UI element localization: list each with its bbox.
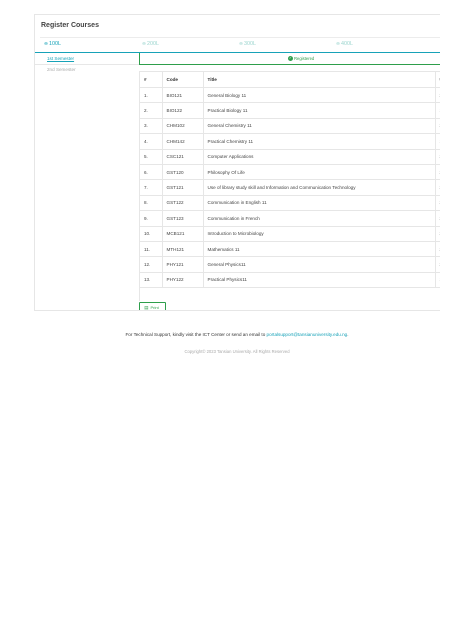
header-number: # — [140, 71, 163, 88]
cell-title: Practical Biology 11 — [203, 102, 436, 119]
cell-title: Philosophy Of Life — [203, 164, 436, 181]
cell-title: General Physics11 — [203, 256, 436, 273]
tab-300l[interactable]: ⊜300L — [239, 41, 256, 47]
registration-status-bar: ✓ Registered — [139, 53, 440, 65]
cell-number: 7. — [140, 179, 163, 196]
cell-number: 8. — [140, 195, 163, 212]
cell-title: Computer Applications — [203, 149, 436, 165]
cell-number: 3. — [140, 118, 163, 135]
cell-units: 2 — [435, 241, 440, 258]
semester-second-link[interactable]: 2nd Semester — [35, 64, 139, 76]
registered-badge: ✓ Registered — [288, 56, 315, 62]
printer-icon: ▤ — [144, 305, 149, 310]
table-row: 9.GST123Communication in French2 — [140, 210, 440, 227]
cell-number: 6. — [140, 164, 163, 181]
cell-title: Use of library study skill and Informati… — [203, 179, 436, 196]
cell-title: Communication in English 11 — [203, 195, 436, 212]
table-row: 5.CSC121Computer Applications2 — [140, 149, 440, 165]
cell-code: CHM142 — [162, 133, 204, 150]
graduation-cap-icon: ⊜ — [336, 42, 341, 47]
table-header-row: # Code Title Ur — [140, 71, 440, 88]
cell-title: Communication in French — [203, 210, 436, 227]
cell-code: GST122 — [162, 195, 204, 212]
cell-code: GST123 — [162, 210, 204, 227]
table-row: 3.CHM102General Chemistry 112 — [140, 118, 440, 135]
cell-units: 2 — [435, 195, 440, 212]
cell-title: Introduction to Microbiology — [203, 226, 436, 242]
cell-title: Practical Chemistry 11 — [203, 133, 436, 150]
support-notice: For Technical Support, kindly visit the … — [125, 332, 349, 337]
cell-code: MCB121 — [162, 226, 204, 242]
semester-divider — [35, 64, 139, 65]
cell-units: 2 — [435, 179, 440, 196]
table-row: 7. GST121 Use of library study skill and I… — [140, 179, 440, 196]
tab-200l[interactable]: ⊜200L — [142, 41, 159, 47]
semester-first-link[interactable]: 1st Semester — [35, 53, 139, 64]
support-email-link[interactable]: portalsupport@tansianuniversity.edu.ng — [267, 332, 348, 337]
cell-units: 2 — [435, 118, 440, 135]
table-row: 11.MTH121Mathematics 112 — [140, 241, 440, 258]
cell-title: General Biology 11 — [203, 87, 436, 104]
cell-code: GST120 — [162, 164, 204, 181]
courses-table-wrapper: # Code Title Ur 1.BIO121General Biology … — [139, 71, 440, 301]
table-row: 10.MCB121Introduction to Microbiology2 — [140, 226, 440, 242]
tab-400l[interactable]: ⊜400L — [336, 41, 353, 47]
header-code: Code — [162, 71, 204, 88]
cell-number: 13. — [140, 272, 163, 289]
cell-units: 1 — [435, 102, 440, 119]
cell-number: 1. — [140, 87, 163, 104]
table-row: 4.CHM142Practical Chemistry 111 — [140, 133, 440, 150]
cell-units: 1 — [435, 133, 440, 150]
graduation-cap-icon: ⊜ — [44, 42, 49, 47]
cell-units: 3 — [435, 87, 440, 104]
title-divider — [40, 37, 440, 38]
courses-table: # Code Title Ur 1.BIO121General Biology … — [140, 71, 440, 289]
cell-number: 9. — [140, 210, 163, 227]
cell-units: 2 — [435, 210, 440, 227]
cell-number: 4. — [140, 133, 163, 150]
graduation-cap-icon: ⊜ — [239, 42, 244, 47]
cell-number: 10. — [140, 226, 163, 242]
header-units: Ur — [435, 71, 440, 88]
cell-code: PHY121 — [162, 256, 204, 273]
cell-units: 1 — [435, 272, 440, 289]
cell-code: CHM102 — [162, 118, 204, 135]
table-row: 12.PHY121General Physics113 — [140, 256, 440, 273]
cell-number: 11. — [140, 241, 163, 258]
cell-title: Practical Physics11 — [203, 272, 436, 289]
cell-units: 2 — [435, 164, 440, 181]
cell-code: BIO122 — [162, 102, 204, 119]
table-row: 6.GST120Philosophy Of Life2 — [140, 164, 440, 181]
cell-units: 2 — [435, 149, 440, 165]
table-row: 2.BIO122Practical Biology 111 — [140, 102, 440, 119]
print-button[interactable]: ▤ Print — [139, 302, 166, 310]
graduation-cap-icon: ⊜ — [142, 42, 147, 47]
panel-title: Register Courses — [41, 22, 99, 29]
header-title: Title — [203, 71, 436, 88]
cell-number: 5. — [140, 149, 163, 165]
check-circle-icon: ✓ — [288, 56, 293, 62]
cell-units: 2 — [435, 226, 440, 242]
cell-title: Mathematics 11 — [203, 241, 436, 258]
copyright: Copyright© 2023 Tansian University. All … — [184, 349, 290, 354]
cell-code: PHY122 — [162, 272, 204, 289]
cell-number: 2. — [140, 102, 163, 119]
cell-units: 3 — [435, 256, 440, 273]
cell-code: MTH121 — [162, 241, 204, 258]
table-row: 8.GST122Communication in English 112 — [140, 195, 440, 212]
register-courses-panel: Register Courses ⊜100L ⊜200L ⊜300L ⊜400L… — [34, 14, 440, 311]
cell-number: 12. — [140, 256, 163, 273]
table-row: 1.BIO121General Biology 113 — [140, 87, 440, 104]
semester-list: 1st Semester 2nd Semester — [35, 53, 139, 76]
cell-code: BIO121 — [162, 87, 204, 104]
cell-code: CSC121 — [162, 149, 204, 165]
cell-title: General Chemistry 11 — [203, 118, 436, 135]
cell-code: GST121 — [162, 179, 204, 196]
table-row: 13.PHY122Practical Physics111 — [140, 272, 440, 289]
tab-100l[interactable]: ⊜100L — [44, 41, 61, 47]
